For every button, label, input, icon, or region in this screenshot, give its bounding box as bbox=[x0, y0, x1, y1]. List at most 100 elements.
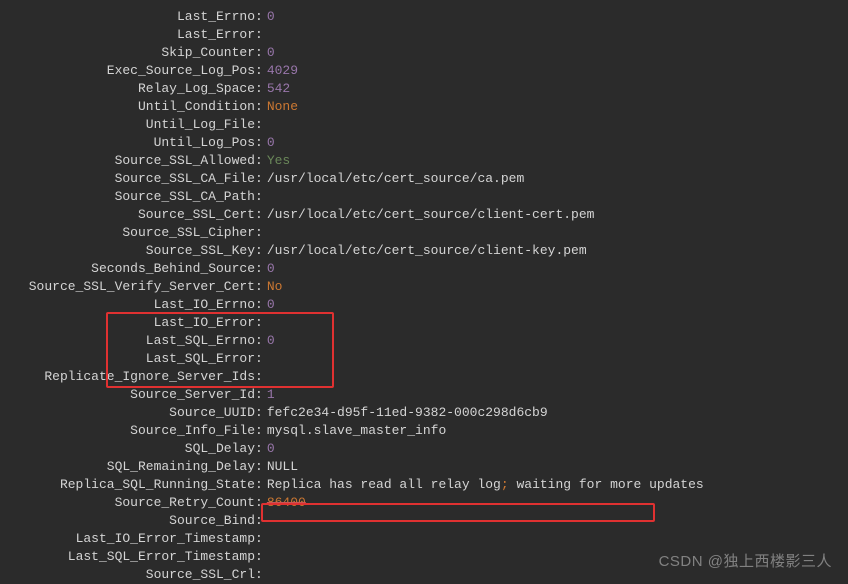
status-key: Source_SSL_Allowed bbox=[0, 152, 255, 170]
colon: : bbox=[255, 494, 267, 512]
colon: : bbox=[255, 296, 267, 314]
status-value: 1 bbox=[267, 386, 848, 404]
status-key: Last_SQL_Errno bbox=[0, 332, 255, 350]
status-row: Until_Log_File: bbox=[0, 116, 848, 134]
colon: : bbox=[255, 134, 267, 152]
colon: : bbox=[255, 404, 267, 422]
colon: : bbox=[255, 98, 267, 116]
colon: : bbox=[255, 242, 267, 260]
status-row: Replica_SQL_Running_State: Replica has r… bbox=[0, 476, 848, 494]
status-row: Source_SSL_Key: /usr/local/etc/cert_sour… bbox=[0, 242, 848, 260]
colon: : bbox=[255, 278, 267, 296]
colon: : bbox=[255, 260, 267, 278]
status-key: Last_IO_Errno bbox=[0, 296, 255, 314]
status-row: Relay_Log_Space: 542 bbox=[0, 80, 848, 98]
status-value bbox=[267, 26, 848, 44]
status-key: Last_SQL_Error bbox=[0, 350, 255, 368]
status-key: Source_SSL_Verify_Server_Cert bbox=[0, 278, 255, 296]
status-row: Source_SSL_Cert: /usr/local/etc/cert_sou… bbox=[0, 206, 848, 224]
status-value: 86400 bbox=[267, 494, 848, 512]
status-key: Seconds_Behind_Source bbox=[0, 260, 255, 278]
status-row: Last_IO_Error: bbox=[0, 314, 848, 332]
status-value bbox=[267, 188, 848, 206]
status-key: SQL_Delay bbox=[0, 440, 255, 458]
colon: : bbox=[255, 44, 267, 62]
status-value: Replica has read all relay log; waiting … bbox=[267, 476, 848, 494]
status-row: Last_IO_Error_Timestamp: bbox=[0, 530, 848, 548]
status-key: Until_Log_Pos bbox=[0, 134, 255, 152]
status-key: Replica_SQL_Running_State bbox=[0, 476, 255, 494]
status-row: Last_SQL_Errno: 0 bbox=[0, 332, 848, 350]
colon: : bbox=[255, 80, 267, 98]
colon: : bbox=[255, 530, 267, 548]
status-key: Last_IO_Error_Timestamp bbox=[0, 530, 255, 548]
colon: : bbox=[255, 332, 267, 350]
status-value: 0 bbox=[267, 440, 848, 458]
status-row: Source_SSL_Allowed: Yes bbox=[0, 152, 848, 170]
status-value: 0 bbox=[267, 44, 848, 62]
status-output: Last_Errno: 0Last_Error: Skip_Counter: 0… bbox=[0, 8, 848, 584]
status-value: NULL bbox=[267, 458, 848, 476]
status-value bbox=[267, 368, 848, 386]
status-row: Source_Bind: bbox=[0, 512, 848, 530]
status-row: Skip_Counter: 0 bbox=[0, 44, 848, 62]
colon: : bbox=[255, 440, 267, 458]
status-key: Source_Info_File bbox=[0, 422, 255, 440]
status-value bbox=[267, 350, 848, 368]
status-key: SQL_Remaining_Delay bbox=[0, 458, 255, 476]
status-value: None bbox=[267, 98, 848, 116]
watermark: CSDN @独上西楼影三人 bbox=[659, 550, 832, 571]
status-key: Source_UUID bbox=[0, 404, 255, 422]
colon: : bbox=[255, 458, 267, 476]
status-row: Until_Log_Pos: 0 bbox=[0, 134, 848, 152]
status-value: /usr/local/etc/cert_source/ca.pem bbox=[267, 170, 848, 188]
status-value bbox=[267, 512, 848, 530]
status-key: Source_SSL_Key bbox=[0, 242, 255, 260]
status-row: Source_Server_Id: 1 bbox=[0, 386, 848, 404]
colon: : bbox=[255, 8, 267, 26]
status-row: Seconds_Behind_Source: 0 bbox=[0, 260, 848, 278]
status-value bbox=[267, 530, 848, 548]
colon: : bbox=[255, 368, 267, 386]
status-value: 0 bbox=[267, 296, 848, 314]
status-row: Last_Errno: 0 bbox=[0, 8, 848, 26]
status-value: /usr/local/etc/cert_source/client-cert.p… bbox=[267, 206, 848, 224]
colon: : bbox=[255, 548, 267, 566]
colon: : bbox=[255, 422, 267, 440]
status-value: 542 bbox=[267, 80, 848, 98]
status-row: SQL_Delay: 0 bbox=[0, 440, 848, 458]
status-key: Last_SQL_Error_Timestamp bbox=[0, 548, 255, 566]
status-key: Last_Errno bbox=[0, 8, 255, 26]
colon: : bbox=[255, 152, 267, 170]
colon: : bbox=[255, 170, 267, 188]
status-row: Until_Condition: None bbox=[0, 98, 848, 116]
status-row: Source_SSL_CA_File: /usr/local/etc/cert_… bbox=[0, 170, 848, 188]
status-value: Yes bbox=[267, 152, 848, 170]
status-key: Source_Bind bbox=[0, 512, 255, 530]
colon: : bbox=[255, 116, 267, 134]
status-row: Source_Retry_Count: 86400 bbox=[0, 494, 848, 512]
status-value: No bbox=[267, 278, 848, 296]
colon: : bbox=[255, 188, 267, 206]
status-value: /usr/local/etc/cert_source/client-key.pe… bbox=[267, 242, 848, 260]
status-row: Replicate_Ignore_Server_Ids: bbox=[0, 368, 848, 386]
status-row: Exec_Source_Log_Pos: 4029 bbox=[0, 62, 848, 80]
status-key: Relay_Log_Space bbox=[0, 80, 255, 98]
status-value bbox=[267, 314, 848, 332]
colon: : bbox=[255, 350, 267, 368]
status-value: 4029 bbox=[267, 62, 848, 80]
status-key: Last_Error bbox=[0, 26, 255, 44]
status-key: Last_IO_Error bbox=[0, 314, 255, 332]
status-value bbox=[267, 224, 848, 242]
colon: : bbox=[255, 206, 267, 224]
colon: : bbox=[255, 62, 267, 80]
status-row: Source_SSL_Verify_Server_Cert: No bbox=[0, 278, 848, 296]
status-row: SQL_Remaining_Delay: NULL bbox=[0, 458, 848, 476]
status-value bbox=[267, 116, 848, 134]
status-key: Skip_Counter bbox=[0, 44, 255, 62]
status-key: Source_SSL_CA_Path bbox=[0, 188, 255, 206]
status-row: Source_UUID: fefc2e34-d95f-11ed-9382-000… bbox=[0, 404, 848, 422]
colon: : bbox=[255, 26, 267, 44]
colon: : bbox=[255, 224, 267, 242]
status-row: Source_Info_File: mysql.slave_master_inf… bbox=[0, 422, 848, 440]
